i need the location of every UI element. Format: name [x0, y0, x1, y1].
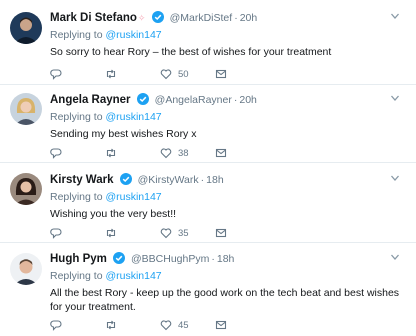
- like-button[interactable]: 50: [160, 67, 189, 81]
- chevron-down-icon[interactable]: [390, 173, 400, 183]
- sparkle-emoji: ✧: [137, 13, 146, 23]
- avatar[interactable]: [10, 12, 42, 44]
- reply-icon: [50, 69, 62, 80]
- reply-icon: [50, 148, 62, 159]
- dm-icon: [215, 148, 227, 158]
- display-name[interactable]: Mark Di Stefano: [50, 12, 137, 24]
- retweet-icon: [106, 148, 116, 158]
- replying-to: Replying to @ruskin147: [50, 190, 400, 204]
- like-icon: [160, 228, 172, 239]
- verified-icon: [151, 11, 164, 23]
- verified-icon: [136, 93, 149, 105]
- timestamp[interactable]: 18h: [206, 174, 224, 186]
- tweet-actions: 50: [50, 67, 250, 81]
- retweet-button[interactable]: [105, 67, 117, 81]
- retweet-icon: [106, 69, 116, 79]
- dm-icon: [215, 69, 227, 79]
- tweet[interactable]: Hugh Pym @BBCHughPym · 18h Replying to @ru…: [0, 243, 416, 336]
- like-count: 35: [178, 227, 189, 239]
- like-button[interactable]: 45: [160, 318, 189, 332]
- retweet-icon: [106, 320, 116, 330]
- dm-icon: [215, 228, 227, 238]
- replying-to-label: Replying to: [50, 29, 103, 41]
- display-name[interactable]: Angela Rayner: [50, 94, 131, 106]
- dm-button[interactable]: [215, 146, 227, 160]
- tweet-header: Mark Di Stefano✧ @MarkDiStef · 20h: [50, 11, 400, 26]
- tweet-actions: 35: [50, 226, 250, 240]
- like-button[interactable]: 38: [160, 146, 189, 160]
- retweet-button[interactable]: [105, 318, 117, 332]
- avatar[interactable]: [10, 253, 42, 285]
- tweet[interactable]: Kirsty Wark @KirstyWark · 18h Replying to …: [0, 163, 416, 243]
- verified-icon: [112, 252, 125, 264]
- replying-to: Replying to @ruskin147: [50, 110, 400, 124]
- tweet-text: All the best Rory - keep up the good wor…: [50, 287, 400, 313]
- timestamp[interactable]: 18h: [217, 253, 235, 265]
- user-handle[interactable]: @MarkDiStef: [170, 12, 233, 24]
- timestamp[interactable]: 20h: [239, 94, 257, 106]
- display-name[interactable]: Kirsty Wark: [50, 174, 114, 186]
- tweet-header: Angela Rayner @AngelaRayner · 20h: [50, 93, 400, 108]
- tweet-text: So sorry to hear Rory – the best of wish…: [50, 46, 332, 58]
- like-button[interactable]: 35: [160, 226, 189, 240]
- replying-to-link[interactable]: @ruskin147: [105, 111, 161, 123]
- chevron-down-icon[interactable]: [390, 93, 400, 103]
- user-handle[interactable]: @BBCHughPym: [131, 253, 209, 265]
- reply-button[interactable]: [50, 226, 62, 240]
- chevron-down-icon[interactable]: [390, 11, 400, 21]
- display-name[interactable]: Hugh Pym: [50, 253, 107, 265]
- replying-to-label: Replying to: [50, 191, 103, 203]
- retweet-icon: [106, 228, 116, 238]
- reply-feed: Mark Di Stefano✧ @MarkDiStef · 20h Replyin…: [0, 0, 416, 336]
- replying-to-label: Replying to: [50, 270, 103, 282]
- separator-dot: ·: [234, 12, 238, 24]
- reply-button[interactable]: [50, 146, 62, 160]
- avatar[interactable]: [10, 173, 42, 205]
- tweet-header: Kirsty Wark @KirstyWark · 18h: [50, 173, 400, 188]
- like-icon: [160, 320, 172, 331]
- replying-to: Replying to @ruskin147: [50, 269, 400, 283]
- like-count: 38: [178, 147, 189, 159]
- separator-dot: ·: [211, 253, 215, 265]
- tweet-actions: 38: [50, 146, 250, 160]
- tweet[interactable]: Mark Di Stefano✧ @MarkDiStef · 20h Replyin…: [0, 0, 416, 85]
- like-count: 50: [178, 68, 189, 80]
- chevron-down-icon[interactable]: [390, 252, 400, 262]
- replying-to-link[interactable]: @ruskin147: [105, 191, 161, 203]
- replying-to: Replying to @ruskin147: [50, 28, 400, 42]
- dm-icon: [215, 320, 227, 330]
- tweet-text: Sending my best wishes Rory x: [50, 128, 197, 140]
- reply-button[interactable]: [50, 318, 62, 332]
- like-count: 45: [178, 319, 189, 331]
- reply-icon: [50, 228, 62, 239]
- tweet-header: Hugh Pym @BBCHughPym · 18h: [50, 252, 400, 267]
- timestamp[interactable]: 20h: [240, 12, 258, 24]
- avatar[interactable]: [10, 93, 42, 125]
- reply-icon: [50, 320, 62, 331]
- verified-icon: [119, 173, 132, 185]
- tweet[interactable]: Angela Rayner @AngelaRayner · 20h Replying…: [0, 85, 416, 163]
- dm-button[interactable]: [215, 318, 227, 332]
- replying-to-link[interactable]: @ruskin147: [105, 270, 161, 282]
- tweet-actions: 45: [50, 318, 250, 332]
- separator-dot: ·: [233, 94, 238, 106]
- reply-button[interactable]: [50, 67, 62, 81]
- replying-to-link[interactable]: @ruskin147: [105, 29, 161, 41]
- tweet-text: Wishing you the very best!!: [50, 208, 177, 220]
- separator-dot: ·: [200, 174, 205, 186]
- retweet-button[interactable]: [105, 226, 117, 240]
- like-icon: [160, 148, 172, 159]
- user-handle[interactable]: @KirstyWark: [138, 174, 199, 186]
- user-handle[interactable]: @AngelaRayner: [155, 94, 232, 106]
- retweet-button[interactable]: [105, 146, 117, 160]
- dm-button[interactable]: [215, 226, 227, 240]
- like-icon: [160, 69, 172, 80]
- replying-to-label: Replying to: [50, 111, 103, 123]
- dm-button[interactable]: [215, 67, 227, 81]
